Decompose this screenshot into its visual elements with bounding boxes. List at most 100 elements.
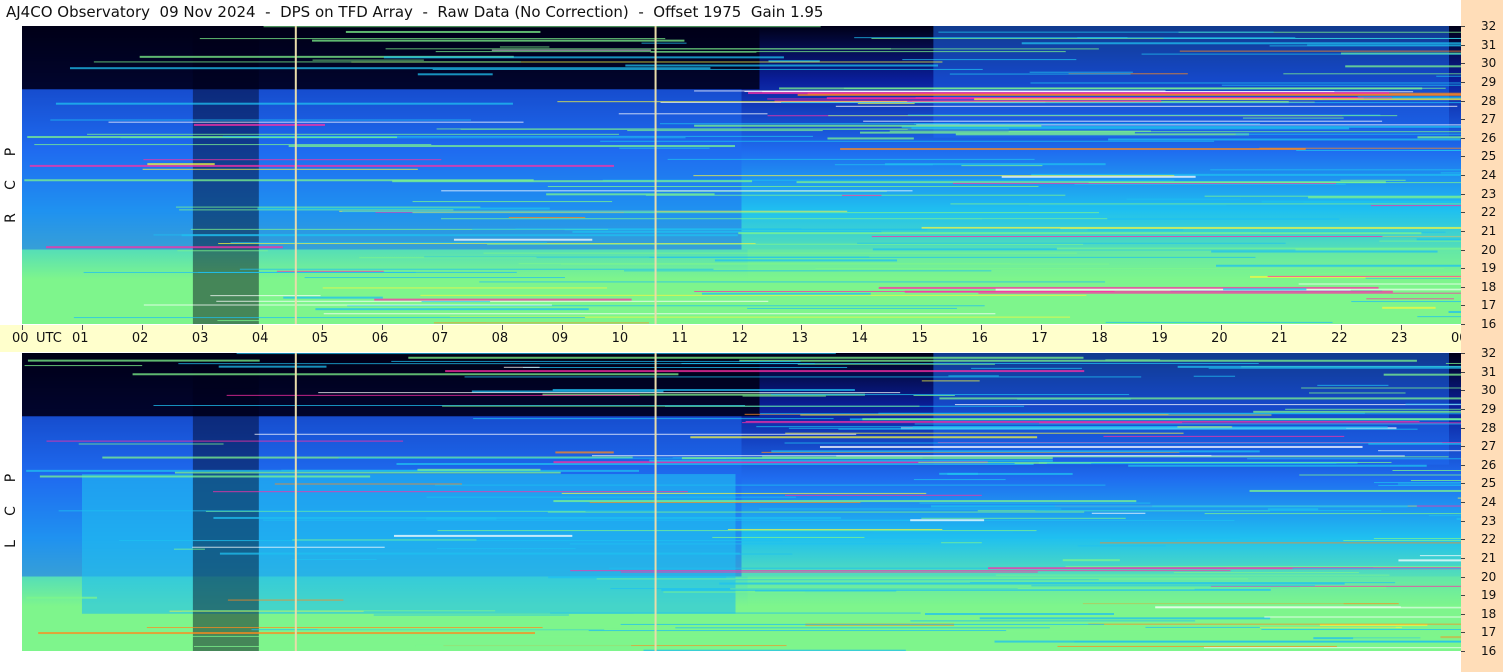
interference-streak (1397, 483, 1461, 485)
utc-time-axis (0, 325, 1461, 352)
utc-tick-label: 23 (1391, 331, 1408, 346)
interference-streak (222, 135, 813, 137)
interference-streak (491, 49, 651, 51)
frequency-tick-label: 21 (1481, 550, 1497, 565)
interference-streak (1088, 623, 1461, 625)
axis-unit-label: UTC (36, 331, 62, 346)
interference-streak (487, 243, 1084, 245)
interference-streak (1088, 182, 1461, 184)
interference-streak (561, 492, 927, 494)
interference-streak (550, 612, 921, 614)
interference-streak (1353, 637, 1461, 640)
utc-tick-label: 00 (12, 331, 29, 346)
interference-streak (1057, 645, 1337, 647)
interference-streak (179, 209, 454, 211)
interference-streak (254, 433, 857, 435)
interference-streak (1368, 442, 1461, 445)
interference-streak (38, 632, 535, 635)
interference-streak (46, 246, 283, 249)
interference-streak (1029, 71, 1133, 73)
utc-tick (1101, 325, 1103, 330)
interference-streak (1193, 375, 1236, 377)
interference-streak (1264, 616, 1461, 618)
interference-streak (1308, 196, 1461, 199)
interference-streak (781, 102, 1461, 104)
interference-streak (835, 105, 1458, 107)
interference-streak (840, 148, 1306, 151)
interference-streak (1405, 403, 1461, 405)
interference-streak (1345, 65, 1461, 68)
interference-streak (600, 140, 1215, 142)
frequency-tick (1461, 100, 1465, 102)
interference-streak (727, 528, 943, 530)
frequency-tick-label: 20 (1481, 569, 1497, 584)
interference-streak (1030, 82, 1461, 84)
interference-streak (785, 432, 1184, 434)
interference-streak (854, 37, 1128, 39)
interference-streak (1301, 387, 1461, 389)
interference-streak (862, 418, 1461, 421)
interference-streak (453, 238, 593, 241)
interference-streak (1285, 408, 1461, 410)
frequency-tick-label: 22 (1481, 532, 1497, 547)
interference-streak (441, 190, 913, 192)
interference-streak (433, 322, 649, 324)
interference-streak (396, 619, 509, 621)
frequency-tick-label: 30 (1481, 56, 1497, 71)
frequency-tick (1461, 324, 1465, 325)
interference-streak (412, 212, 1100, 214)
utc-tick (681, 325, 683, 330)
interference-streak (1417, 316, 1461, 318)
interference-streak (417, 468, 541, 471)
interference-streak (1216, 264, 1461, 267)
interference-streak (1141, 53, 1461, 55)
interference-streak (624, 270, 992, 272)
interference-streak (811, 603, 1344, 605)
interference-streak (633, 613, 893, 615)
interference-streak (1099, 542, 1461, 544)
interference-streak (949, 73, 1131, 75)
interference-streak (1410, 480, 1461, 482)
interference-streak (499, 46, 550, 48)
frequency-tick-label: 16 (1481, 317, 1497, 331)
interference-streak (374, 298, 632, 301)
interference-streak (29, 164, 615, 167)
interference-streak (263, 26, 821, 28)
interference-streak (1343, 540, 1461, 542)
interference-streak (1249, 489, 1461, 492)
frequency-tick-label: 25 (1481, 149, 1497, 164)
interference-streak (748, 92, 1390, 95)
interference-streak (755, 590, 897, 592)
interference-streak (701, 292, 871, 295)
interference-streak (1210, 169, 1461, 171)
frequency-tick-label: 18 (1481, 279, 1497, 294)
interference-streak (619, 147, 710, 149)
interference-streak (479, 281, 1106, 283)
interference-streak (396, 463, 1034, 466)
interference-streak (560, 263, 1109, 265)
interference-streak (213, 491, 688, 493)
utc-tick-label: 06 (371, 331, 389, 346)
interference-streak (555, 451, 614, 454)
frequency-tick (1461, 408, 1465, 410)
utc-tick-label: 02 (131, 331, 149, 346)
interference-streak (288, 145, 736, 148)
interference-streak (1440, 172, 1461, 174)
interference-streak (760, 413, 1461, 415)
interference-streak (1126, 198, 1241, 200)
interference-streak (408, 356, 1084, 359)
frequency-tick (1461, 137, 1465, 139)
polarization-label: L (3, 540, 19, 548)
interference-streak (217, 320, 379, 322)
interference-streak (473, 418, 834, 420)
interference-streak (239, 268, 714, 270)
interference-streak (1259, 626, 1402, 628)
interference-streak (570, 570, 1231, 572)
interference-streak (729, 628, 768, 630)
interference-streak (547, 186, 1039, 188)
interference-streak (276, 270, 384, 272)
interference-streak (437, 530, 1037, 532)
interference-streak (800, 414, 1272, 416)
interference-streak (730, 588, 1195, 590)
utc-tick-label: 17 (1031, 331, 1048, 346)
